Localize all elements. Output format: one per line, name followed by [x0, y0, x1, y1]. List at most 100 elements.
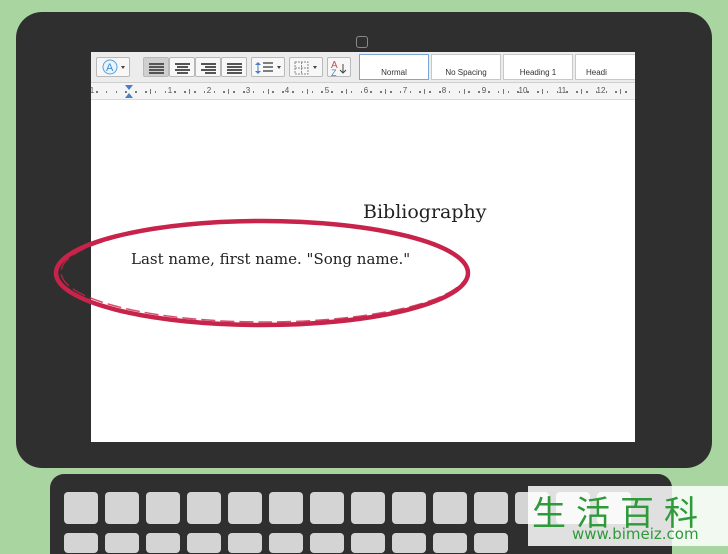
key [228, 533, 262, 553]
svg-text:A: A [106, 62, 114, 74]
key [228, 492, 262, 524]
key [351, 492, 385, 524]
ruler-dot [360, 91, 363, 93]
key [310, 533, 344, 553]
ruler-dot [223, 91, 225, 93]
ruler-dot [213, 91, 216, 93]
ruler-dot [301, 91, 304, 93]
bibliography-entry: Last name, first name. "Song name." [131, 250, 411, 268]
ruler-tick [502, 89, 504, 94]
ruler-dot [203, 91, 206, 93]
ruler-dot [507, 91, 510, 93]
ruler-dot [243, 91, 245, 93]
ruler-number: 9 [481, 86, 487, 95]
style-heading-2-label: Headi [586, 68, 607, 77]
style-normal[interactable]: Normal [359, 54, 429, 80]
ruler-dot [370, 91, 372, 93]
style-heading-2[interactable]: Headi [575, 54, 635, 80]
ruler-dot [252, 91, 255, 93]
borders-button[interactable] [289, 57, 323, 77]
ruler-dot [566, 91, 568, 93]
key [392, 492, 426, 524]
style-normal-label: Normal [381, 68, 407, 77]
ruler-dot [448, 91, 451, 93]
ruler-dot [399, 91, 402, 93]
ruler-dot [282, 91, 284, 93]
ruler-dot [488, 91, 490, 93]
key [269, 533, 303, 553]
ruler-dot [331, 91, 333, 93]
ruler-number: 8 [441, 86, 447, 95]
ruler-dot [556, 91, 559, 93]
key [474, 492, 508, 524]
text-effects-icon: A [102, 59, 125, 75]
borders-icon [294, 61, 317, 75]
first-line-indent-marker[interactable] [125, 85, 133, 90]
ruler-dot [311, 91, 314, 93]
style-no-spacing[interactable]: No Spacing [431, 54, 501, 80]
ruler-tick [581, 89, 583, 94]
key [433, 492, 467, 524]
key [474, 533, 508, 553]
ruler-number: 7 [402, 86, 408, 95]
ruler-dot [586, 91, 588, 93]
ruler-tick [385, 89, 387, 94]
ruler-dot [115, 91, 118, 93]
key [64, 533, 98, 553]
ruler-dot [164, 91, 167, 93]
key [392, 533, 426, 553]
ruler-dot [272, 91, 274, 93]
key [146, 492, 180, 524]
ruler-dot [135, 91, 137, 93]
styles-pane-icon: A Z [331, 60, 347, 78]
align-left-button[interactable] [143, 57, 169, 77]
style-no-spacing-label: No Spacing [445, 68, 487, 77]
ruler-number: 3 [245, 86, 251, 95]
ruler[interactable]: 1 1 2 3 4 5 6 7 8 9 10 11 12 [91, 83, 635, 100]
ruler-dot [194, 91, 196, 93]
ruler-dot [409, 91, 412, 93]
ruler-dot [497, 91, 500, 93]
ruler-dot [145, 91, 147, 93]
ruler-number: 5 [324, 86, 330, 95]
key [187, 492, 221, 524]
ruler-dot [605, 91, 608, 93]
key [105, 492, 139, 524]
ruler-dot [233, 91, 235, 93]
svg-text:Z: Z [331, 68, 337, 78]
align-right-button[interactable] [195, 57, 221, 77]
styles-pane-button[interactable]: A Z [327, 57, 351, 78]
ruler-number: 1 [91, 86, 95, 95]
ruler-number: 2 [206, 86, 212, 95]
ruler-dot [419, 91, 421, 93]
ruler-dot [478, 91, 480, 93]
ruler-number: 4 [284, 86, 290, 95]
ruler-dot [537, 91, 539, 93]
text-effects-button[interactable]: A [96, 57, 130, 77]
line-spacing-button[interactable] [251, 57, 285, 77]
ruler-dot [546, 91, 549, 93]
style-heading-1-label: Heading 1 [519, 68, 557, 77]
watermark-url: www.bimeiz.com [572, 525, 699, 543]
ruler-dot [380, 91, 382, 93]
ruler-dot [174, 91, 176, 93]
word-document-window: A A Z Normal No Spacing Heading 1 Headi … [91, 52, 635, 442]
ruler-dot [184, 91, 186, 93]
ruler-number: 11 [557, 86, 567, 95]
key [310, 492, 344, 524]
hanging-indent-marker[interactable] [125, 93, 133, 98]
key [105, 533, 139, 553]
ruler-tick [189, 89, 191, 94]
line-spacing-icon [255, 62, 281, 74]
ruler-number: 1 [167, 86, 173, 95]
ruler-dot [105, 91, 108, 93]
align-center-button[interactable] [169, 57, 195, 77]
ruler-dot [527, 91, 529, 93]
ruler-dot [595, 91, 598, 93]
ruler-tick [346, 89, 347, 94]
key [146, 533, 180, 553]
justify-button[interactable] [221, 57, 247, 77]
style-heading-1[interactable]: Heading 1 [503, 54, 573, 80]
key [433, 533, 467, 553]
ruler-tick [620, 89, 622, 94]
